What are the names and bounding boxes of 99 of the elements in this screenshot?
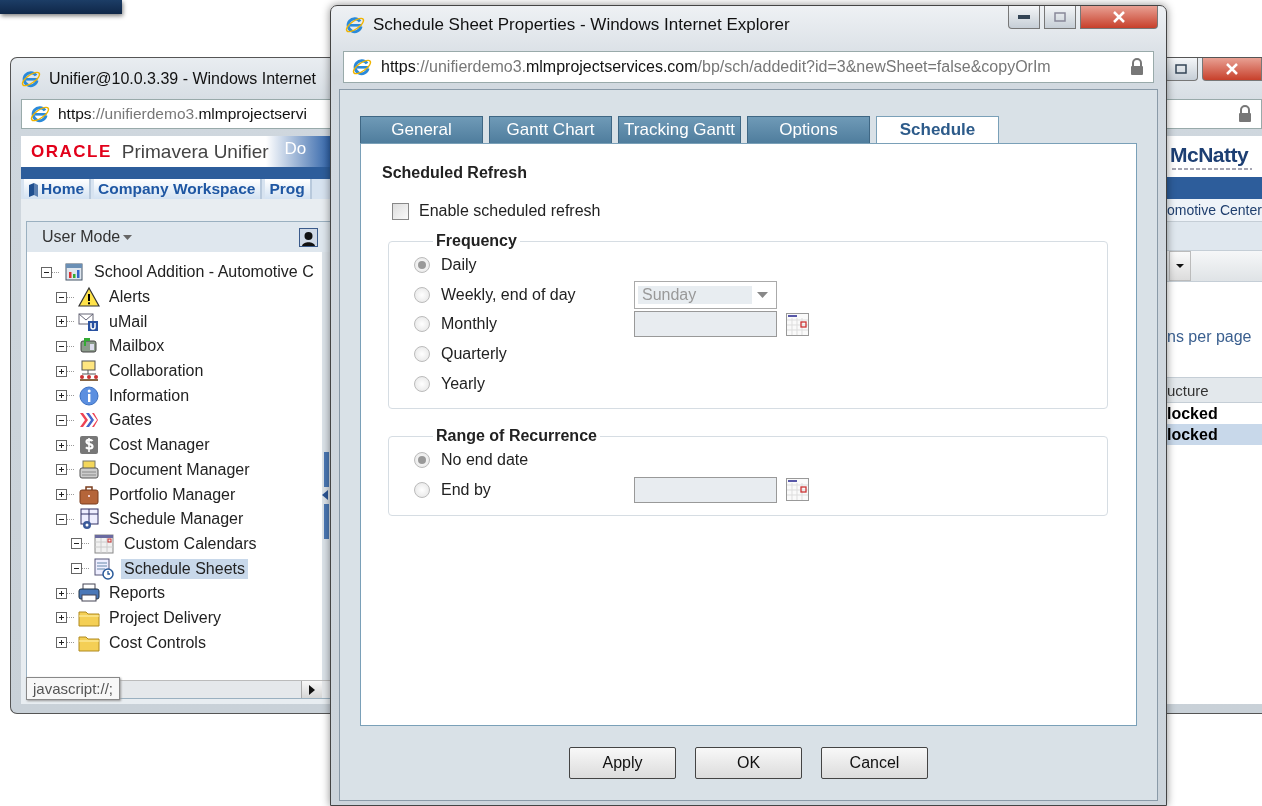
tree-item[interactable]: Portfolio Manager <box>106 484 239 505</box>
expand-toggle[interactable] <box>56 637 76 649</box>
tooltip: javascript://; <box>26 677 121 700</box>
mode-menu[interactable]: User Mode <box>42 228 133 246</box>
tree-item[interactable]: Cost Controls <box>106 632 209 653</box>
collapse-toggle[interactable] <box>56 513 76 525</box>
close-icon <box>1111 11 1127 23</box>
tree-item[interactable]: Information <box>106 385 193 406</box>
expand-toggle[interactable] <box>56 439 76 451</box>
lock-icon <box>1237 105 1253 123</box>
collapse-toggle[interactable] <box>56 340 76 352</box>
org-chart-icon <box>78 360 100 383</box>
minimize-button[interactable] <box>1008 6 1040 29</box>
caret-icon <box>1176 264 1184 268</box>
caret-icon <box>123 234 133 240</box>
caret-icon <box>757 291 768 298</box>
tree-item[interactable]: Schedule Sheets <box>121 558 248 579</box>
nav-tab[interactable]: Company Workspace <box>94 179 263 199</box>
sheet-clock-icon <box>93 557 115 580</box>
envelope-icon <box>78 310 100 333</box>
tab[interactable]: Gantt Chart <box>489 116 612 143</box>
chart-window-icon <box>63 261 85 284</box>
nav-tab[interactable]: Prog <box>265 179 312 199</box>
checkbox-label[interactable]: Enable scheduled refresh <box>419 202 601 220</box>
browser-icon <box>352 57 372 77</box>
expand-toggle[interactable] <box>56 365 76 377</box>
collapse-toggle[interactable] <box>56 414 76 426</box>
url-text: https://unifierdemo3.mlmprojectservi <box>58 105 307 123</box>
window-title: Unifier@10.0.3.39 - Windows Internet <box>49 69 317 88</box>
address-field[interactable]: https://unifierdemo3.mlmprojectservices.com/bp/sch/addedit?id=3&newSheet=false&copyOrIm <box>343 51 1154 83</box>
tree-item[interactable]: uMail <box>106 311 151 332</box>
close-button[interactable] <box>1080 6 1158 29</box>
address-field[interactable] <box>1167 99 1262 129</box>
dialog-button[interactable]: Cancel <box>821 747 928 779</box>
window-title: Schedule Sheet Properties - Windows Internet Explorer <box>373 15 790 35</box>
product-name: Primavera Unifier <box>121 140 269 163</box>
tree-item[interactable]: Project Delivery <box>106 607 225 628</box>
warning-icon <box>78 286 100 309</box>
collapse-toggle[interactable] <box>41 266 61 278</box>
nav-tab[interactable]: Home <box>24 179 92 199</box>
maximize-button[interactable] <box>1044 6 1076 29</box>
calendar-icon <box>93 532 115 555</box>
url-text: https://unifierdemo3.mlmprojectservices.com/bp/sch/addedit?id=3&newSheet=false&copyOrIm <box>381 58 1051 76</box>
tree-item[interactable]: Reports <box>106 583 169 604</box>
minimize-icon <box>1018 15 1030 19</box>
dialog-button[interactable]: OK <box>695 747 802 779</box>
restore-icon <box>1173 63 1189 75</box>
group-legend: Range of Recurrence <box>433 427 600 446</box>
group-legend: Frequency <box>433 232 520 250</box>
tab[interactable]: Schedule <box>876 116 999 143</box>
browser-icon <box>345 15 365 35</box>
tree-item[interactable]: Cost Manager <box>106 435 213 456</box>
table-row[interactable]: locked <box>1167 403 1262 424</box>
close-button[interactable] <box>1202 58 1262 81</box>
person-icon[interactable] <box>299 227 318 247</box>
tab[interactable]: General <box>360 116 483 143</box>
close-icon <box>1224 63 1240 75</box>
collapse-toggle[interactable] <box>71 538 91 550</box>
tab[interactable]: Tracking Gantt <box>618 116 741 143</box>
tab[interactable]: Options <box>747 116 870 143</box>
collapse-toggle[interactable] <box>71 563 91 575</box>
table-row[interactable]: locked <box>1167 424 1262 445</box>
browser-icon <box>21 68 41 89</box>
info-icon <box>78 384 100 407</box>
tree-item[interactable]: Mailbox <box>106 336 168 357</box>
tree-item[interactable]: Collaboration <box>106 361 207 382</box>
tree-item[interactable]: Custom Calendars <box>121 533 260 554</box>
company-logo: McNatty <box>1170 142 1250 167</box>
tree-item[interactable]: Alerts <box>106 287 153 308</box>
expand-toggle[interactable] <box>56 390 76 402</box>
scroll-right-button[interactable] <box>301 681 322 698</box>
tree-item[interactable]: Schedule Manager <box>106 509 247 530</box>
expand-toggle[interactable] <box>56 612 76 624</box>
expand-toggle[interactable] <box>56 316 76 328</box>
expand-toggle[interactable] <box>56 587 76 599</box>
section-title: Scheduled Refresh <box>382 164 528 182</box>
dialog-button[interactable]: Apply <box>569 747 676 779</box>
document-tray-icon <box>78 458 100 481</box>
briefcase-icon <box>78 483 100 506</box>
browser-icon <box>30 104 50 124</box>
brand-logo: ORACLE <box>31 141 112 162</box>
lock-icon <box>1129 58 1145 76</box>
expand-toggle[interactable] <box>56 464 76 476</box>
tree-item[interactable]: Gates <box>106 410 155 431</box>
tree-item[interactable]: Document Manager <box>106 459 253 480</box>
tree-item[interactable]: School Addition - Automotive C <box>91 262 317 283</box>
dollar-icon <box>78 434 100 457</box>
maximize-icon <box>1052 11 1068 23</box>
checkbox[interactable] <box>392 202 409 220</box>
book-icon <box>28 181 38 197</box>
printer-icon <box>78 582 100 605</box>
calendar-gear-icon <box>78 508 100 531</box>
right-arrow-icon <box>309 684 315 695</box>
address-field[interactable]: https://unifierdemo3.mlmprojectservi <box>21 99 331 129</box>
splitter-handle[interactable] <box>322 452 330 539</box>
expand-toggle[interactable] <box>56 489 76 501</box>
collapse-toggle[interactable] <box>56 291 76 303</box>
dropdown-button[interactable] <box>1169 251 1191 281</box>
paging-label: ns per page <box>1167 328 1252 345</box>
